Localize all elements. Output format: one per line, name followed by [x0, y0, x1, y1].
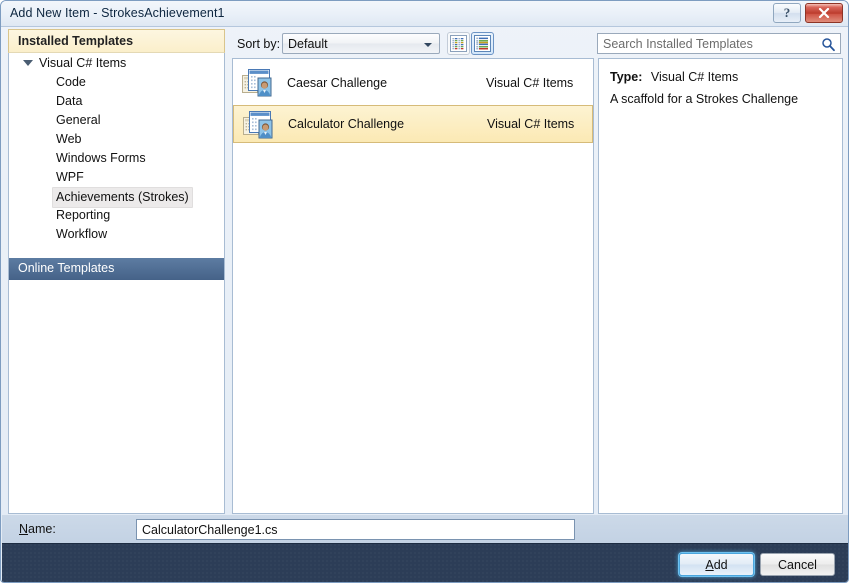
name-label-suffix: ame:: [28, 522, 56, 536]
template-item-icon: [242, 69, 272, 97]
tree-root-label: Visual C# Items: [39, 56, 127, 70]
add-button-suffix: dd: [713, 557, 728, 572]
sidebar-item-label: WPF: [56, 170, 84, 184]
sidebar-item-label: Code: [56, 75, 86, 89]
template-details-panel: Type: Visual C# Items A scaffold for a S…: [598, 58, 843, 514]
sidebar-item-label: Data: [56, 94, 83, 108]
chevron-down-icon: [424, 43, 432, 47]
sidebar-item-data[interactable]: Data: [9, 92, 224, 111]
dialog-footer: Add Cancel: [2, 543, 848, 582]
close-button[interactable]: [805, 3, 843, 23]
close-icon: [818, 8, 830, 18]
sidebar-item-wpf[interactable]: WPF: [9, 168, 224, 187]
template-item-name: Calculator Challenge: [288, 117, 405, 131]
view-mode-medium-icons-button[interactable]: [471, 32, 494, 55]
online-templates-header[interactable]: Online Templates: [9, 258, 224, 280]
sidebar-item-general[interactable]: General: [9, 111, 224, 130]
medium-icons-view-icon: [474, 35, 491, 52]
sidebar-item-label: Reporting: [56, 208, 111, 222]
name-row: Name: CalculatorChallenge1.cs: [2, 515, 848, 543]
search-placeholder: Search Installed Templates: [603, 37, 753, 51]
sort-by-label: Sort by:: [237, 37, 281, 51]
view-mode-small-icons-button[interactable]: [447, 32, 470, 55]
detail-type-row: Type: Visual C# Items: [610, 70, 738, 84]
template-item-icon: [243, 111, 273, 139]
sidebar-item-workflow[interactable]: Workflow: [9, 225, 224, 244]
name-input-value: CalculatorChallenge1.cs: [142, 523, 278, 537]
sidebar-item-label: Web: [56, 132, 82, 146]
detail-description: A scaffold for a Strokes Challenge: [610, 92, 799, 106]
template-item-category: Visual C# Items: [486, 76, 574, 90]
detail-type-value: Visual C# Items: [650, 70, 739, 84]
sidebar-item-label: Achievements (Strokes): [52, 187, 193, 208]
installed-templates-header: Installed Templates: [8, 29, 225, 53]
sidebar-item-achievements-strokes[interactable]: Achievements (Strokes): [9, 187, 224, 208]
detail-type-label: Type:: [610, 70, 643, 84]
window-title: Add New Item - StrokesAchievement1: [10, 6, 225, 20]
search-input[interactable]: Search Installed Templates: [597, 33, 841, 54]
help-button[interactable]: ?: [773, 3, 801, 23]
template-item-category: Visual C# Items: [487, 117, 575, 131]
search-icon[interactable]: [821, 37, 836, 55]
title-bar: Add New Item - StrokesAchievement1 ?: [1, 1, 848, 27]
name-input[interactable]: CalculatorChallenge1.cs: [136, 519, 575, 540]
sidebar-item-label: Windows Forms: [56, 151, 146, 165]
sidebar-item-windows-forms[interactable]: Windows Forms: [9, 149, 224, 168]
add-button[interactable]: Add: [679, 553, 754, 576]
sidebar-item-reporting[interactable]: Reporting: [9, 206, 224, 225]
sort-by-dropdown[interactable]: Default: [282, 33, 440, 54]
template-list[interactable]: Caesar Challenge Visual C# Items Calcula…: [232, 58, 594, 514]
expander-expanded-icon[interactable]: [23, 60, 33, 66]
add-new-item-dialog: Add New Item - StrokesAchievement1 ? Ins…: [0, 0, 849, 583]
name-label: Name:: [19, 522, 56, 536]
sidebar-item-code[interactable]: Code: [9, 73, 224, 92]
sort-by-value: Default: [288, 37, 328, 51]
add-button-accel: A: [705, 557, 714, 572]
list-item[interactable]: Caesar Challenge Visual C# Items: [233, 64, 593, 102]
sidebar-item-label: General: [56, 113, 101, 127]
sidebar-item-web[interactable]: Web: [9, 130, 224, 149]
template-category-tree[interactable]: Visual C# Items Code Data General Web Wi…: [9, 54, 224, 244]
name-label-accel: N: [19, 522, 29, 536]
list-item[interactable]: Calculator Challenge Visual C# Items: [233, 105, 593, 143]
small-icons-view-icon: [450, 35, 467, 52]
template-item-name: Caesar Challenge: [287, 76, 388, 90]
cancel-button[interactable]: Cancel: [760, 553, 835, 576]
sidebar-item-label: Workflow: [56, 227, 108, 241]
tree-root-visual-csharp-items[interactable]: Visual C# Items: [9, 54, 224, 73]
